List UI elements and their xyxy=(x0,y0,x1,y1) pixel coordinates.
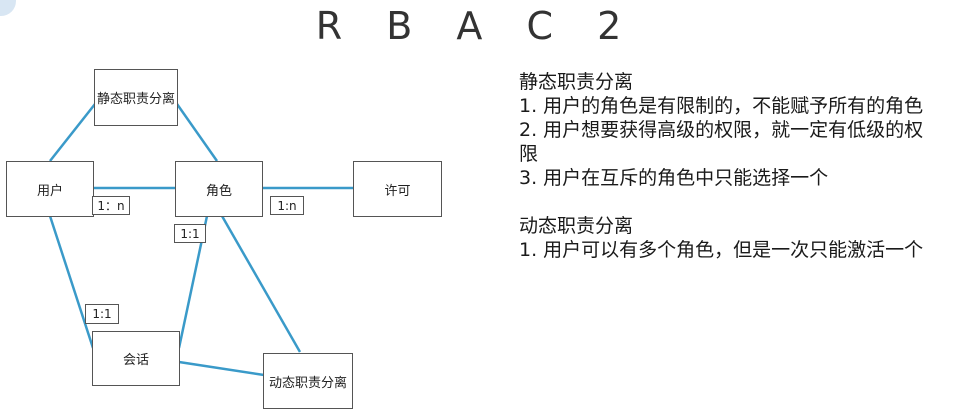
static-sod-item: 1. 用户的角色是有限制的，不能赋予所有的角色 xyxy=(519,95,924,117)
notes-spacer xyxy=(519,190,939,214)
node-role: 角色 xyxy=(175,161,263,217)
connector-user-session xyxy=(48,215,95,349)
notes-panel: 静态职责分离 1. 用户的角色是有限制的，不能赋予所有的角色 2. 用户想要获得… xyxy=(519,70,939,262)
node-permission: 许可 xyxy=(353,161,442,217)
dynamic-sod-item: 1. 用户可以有多个角色，但是一次只能激活一个 xyxy=(519,239,924,261)
connector-session-dynamic xyxy=(178,360,265,377)
connector-user-static xyxy=(49,103,96,162)
connector-role-dynamic xyxy=(220,215,302,353)
label-user-session: 1:1 xyxy=(85,304,119,324)
label-user-role: 1：n xyxy=(92,196,130,215)
label-role-permission: 1:n xyxy=(270,196,304,215)
node-dynamic-sod: 动态职责分离 xyxy=(263,353,353,409)
label-role-session: 1:1 xyxy=(174,224,206,243)
static-sod-item: 3. 用户在互斥的角色中只能选择一个 xyxy=(519,167,829,189)
node-static-sod: 静态职责分离 xyxy=(94,69,178,126)
static-sod-heading: 静态职责分离 xyxy=(519,71,634,93)
connector-static-role xyxy=(175,103,219,162)
node-user: 用户 xyxy=(6,161,94,217)
dynamic-sod-heading: 动态职责分离 xyxy=(519,215,634,237)
static-sod-item: 2. 用户想要获得高级的权限，就一定有低级的权限 xyxy=(519,119,924,165)
node-session: 会话 xyxy=(92,331,180,386)
